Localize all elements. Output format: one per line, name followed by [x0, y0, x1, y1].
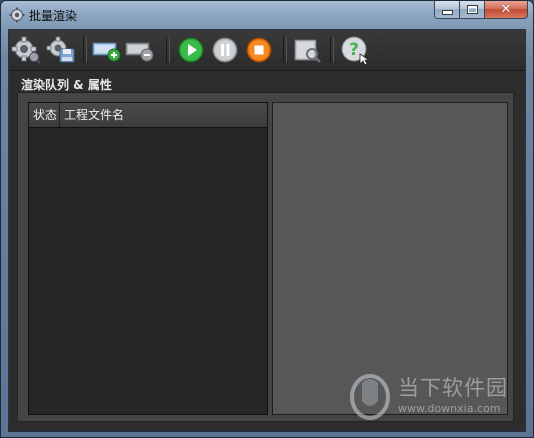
minimize-button[interactable] — [434, 1, 460, 19]
batch-render-window: 批量渲染 ✕ ? 渲染队列 & 属性 状态 工程文件名 当下软件园 www.do… — [0, 0, 534, 438]
start-render-button[interactable] — [176, 36, 206, 64]
watermark-url: www.downxia.com — [398, 402, 501, 415]
close-button[interactable]: ✕ — [485, 1, 528, 19]
toolbar: ? — [9, 30, 525, 71]
toolbar-separator — [166, 37, 170, 63]
stop-render-button[interactable] — [244, 36, 274, 64]
caption-buttons: ✕ — [434, 1, 528, 20]
pause-render-button[interactable] — [210, 36, 240, 64]
play-icon — [178, 37, 204, 63]
save-settings-button[interactable] — [46, 36, 76, 64]
render-settings-button[interactable] — [11, 36, 41, 64]
help-button[interactable]: ? — [340, 36, 370, 65]
gear-icon — [9, 7, 25, 23]
stop-icon — [246, 37, 272, 63]
save-settings-icon — [46, 36, 75, 63]
pause-icon — [212, 37, 238, 63]
toolbar-separator — [283, 37, 287, 63]
column-header-project-file[interactable]: 工程文件名 — [60, 103, 267, 127]
window-title: 批量渲染 — [29, 9, 78, 23]
watermark-logo-icon — [350, 374, 390, 420]
watermark: 当下软件园 www.downxia.com — [346, 369, 521, 425]
toolbar-separator — [330, 37, 334, 63]
queue-properties-label: 渲染队列 & 属性 — [21, 78, 112, 92]
maximize-icon — [460, 1, 484, 18]
svg-text:?: ? — [349, 40, 359, 60]
maximize-button[interactable] — [460, 1, 485, 19]
title-bar[interactable]: 批量渲染 ✕ — [1, 1, 533, 29]
column-header-status[interactable]: 状态 — [29, 103, 60, 127]
remove-from-queue-icon — [125, 42, 154, 62]
queue-header: 状态 工程文件名 — [29, 103, 267, 128]
remove-from-queue-button[interactable] — [125, 36, 155, 64]
preview-button[interactable] — [292, 36, 322, 64]
preview-icon — [294, 39, 321, 63]
toolbar-separator — [83, 37, 87, 63]
help-icon: ? — [341, 36, 370, 65]
render-settings-gear-icon — [11, 36, 41, 64]
render-queue-list[interactable]: 状态 工程文件名 — [28, 102, 268, 415]
add-to-queue-button[interactable] — [92, 36, 122, 64]
watermark-text: 当下软件园 — [398, 376, 508, 400]
add-to-queue-icon — [92, 42, 121, 62]
minimize-icon — [435, 1, 459, 18]
close-icon: ✕ — [500, 2, 512, 17]
